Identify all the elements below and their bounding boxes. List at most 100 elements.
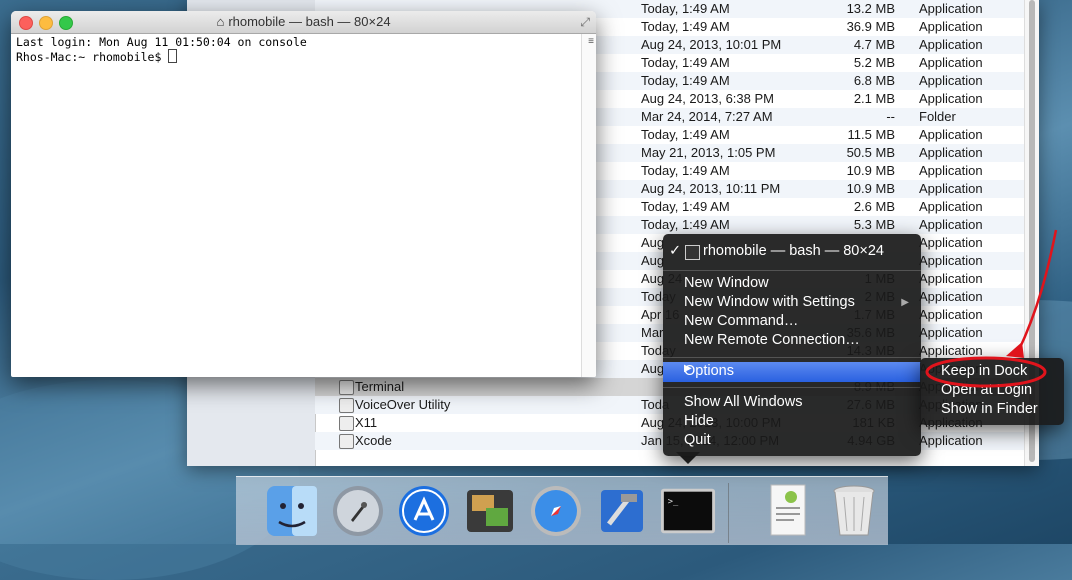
terminal-prompt-line: Rhos-Mac:~ rhomobile$ [16,49,307,64]
terminal-scrollbar[interactable] [581,34,596,377]
submenu-arrow-icon: ▶ [684,363,692,374]
menu-item-terminal-window[interactable]: rhomobile — bash — 80×24 [703,243,884,259]
file-size: 2.1 MB [853,91,895,106]
terminal-titlebar[interactable]: ⌂ rhomobile — bash — 80×24 ⤢ [11,11,596,34]
file-size: 36.9 MB [846,19,895,34]
app-icon [339,380,354,395]
file-date: Today, 1:49 AM [641,127,730,142]
menu-item-new-command[interactable]: New Command… [684,313,798,329]
dock-separator [728,483,729,543]
options-submenu: Keep in Dock Open at Login Show in Finde… [920,358,1064,425]
xcode-icon[interactable] [594,483,650,539]
file-size: 5.3 MB [853,217,895,232]
file-name: VoiceOver Utility [355,397,451,412]
file-kind: Application [919,145,983,160]
file-kind: Application [919,235,983,250]
app-store-icon[interactable] [396,483,452,539]
file-date: Today, 1:49 AM [641,199,730,214]
menu-item-quit[interactable]: Quit [684,432,711,448]
terminal-title-text: rhomobile — bash — 80×24 [228,14,391,29]
file-date: Today, 1:49 AM [641,19,730,34]
menu-item-new-window-settings[interactable]: New Window with Settings [684,294,855,310]
safari-icon[interactable] [528,483,584,539]
image-capture-icon[interactable] [462,483,518,539]
menu-item-hide[interactable]: Hide [684,413,714,429]
file-kind: Application [919,343,983,358]
file-date: Mar 24, 2014, 7:27 AM [641,109,773,124]
file-kind: Application [919,433,983,448]
file-size: 5.2 MB [853,55,895,70]
menu-separator [663,270,921,271]
file-date: Aug 24, 2013, 10:11 PM [641,181,781,196]
menu-item-options[interactable]: Options ▶ [663,362,921,382]
file-size: 13.2 MB [846,1,895,16]
menu-item-keep-in-dock[interactable]: Keep in Dock [941,363,1027,379]
fullscreen-icon[interactable]: ⤢ [580,15,590,30]
file-date: May 21, 2013, 1:05 PM [641,145,776,160]
menu-item-open-at-login[interactable]: Open at Login [941,382,1032,398]
dock: >_ [236,476,888,545]
app-icon [339,434,354,449]
file-name: Terminal [355,379,405,394]
file-kind: Application [919,127,983,142]
file-kind: Application [919,199,983,214]
file-size: 10.9 MB [846,181,895,196]
file-date: Today, 1:49 AM [641,73,730,88]
file-kind: Application [919,289,983,304]
menu-item-show-all-windows[interactable]: Show All Windows [684,394,802,410]
dock-context-menu: ✓ rhomobile — bash — 80×24 New Window Ne… [663,234,921,456]
trash-icon[interactable] [826,483,882,539]
file-date: Today, 1:49 AM [641,217,730,232]
menu-separator [663,387,921,388]
scroll-marks-icon[interactable]: ≡ [588,36,594,47]
file-size: 4.7 MB [853,37,895,52]
file-size: 2.6 MB [853,199,895,214]
file-date: Today, 1:49 AM [641,163,730,178]
terminal-icon[interactable]: >_ [660,483,716,539]
file-date: Aug 24, 2013, 6:38 PM [641,91,774,106]
menu-item-new-remote-connection[interactable]: New Remote Connection… [684,332,860,348]
app-icon [339,398,354,413]
file-size: 50.5 MB [846,145,895,160]
launchpad-icon[interactable] [330,483,386,539]
file-size: 10.9 MB [846,163,895,178]
home-icon: ⌂ [216,14,225,29]
file-date: Today, 1:49 AM [641,55,730,70]
terminal-prompt: Rhos-Mac:~ rhomobile$ [16,50,169,64]
file-kind: Application [919,253,983,268]
file-date: Aug 24, 2013, 10:01 PM [641,37,782,52]
file-kind: Application [919,181,983,196]
file-size: 6.8 MB [853,73,895,88]
file-kind: Application [919,325,983,340]
submenu-arrow-icon: ▶ [901,297,909,308]
menu-item-new-window[interactable]: New Window [684,275,769,291]
file-kind: Application [919,19,983,34]
svg-text:>_: >_ [668,497,679,507]
checkmark-icon: ✓ [669,243,682,259]
file-kind: Application [919,217,983,232]
file-kind: Application [919,307,983,322]
file-name: X11 [355,415,378,430]
file-kind: Application [919,91,983,106]
terminal-title: ⌂ rhomobile — bash — 80×24 [11,14,596,29]
finder-icon[interactable] [264,483,320,539]
window-icon [685,245,700,260]
file-date: Mar [641,325,664,340]
file-date: Today, 1:49 AM [641,1,730,16]
file-size: -- [886,109,895,124]
file-date: Aug [641,235,665,250]
document-icon[interactable] [760,483,816,539]
file-kind: Folder [919,109,956,124]
menu-item-show-in-finder[interactable]: Show in Finder [941,401,1038,417]
file-date: Aug [641,253,665,268]
text-cursor [168,49,178,63]
file-kind: Application [919,55,983,70]
file-size: 11.5 MB [847,127,895,142]
terminal-window[interactable]: ⌂ rhomobile — bash — 80×24 ⤢ Last login: … [11,11,596,377]
file-kind: Application [919,37,983,52]
terminal-output[interactable]: Last login: Mon Aug 11 01:50:04 on conso… [16,35,307,64]
terminal-line: Last login: Mon Aug 11 01:50:04 on conso… [16,35,307,49]
file-kind: Application [919,1,983,16]
file-kind: Application [919,271,983,286]
file-name: Xcode [355,433,392,448]
